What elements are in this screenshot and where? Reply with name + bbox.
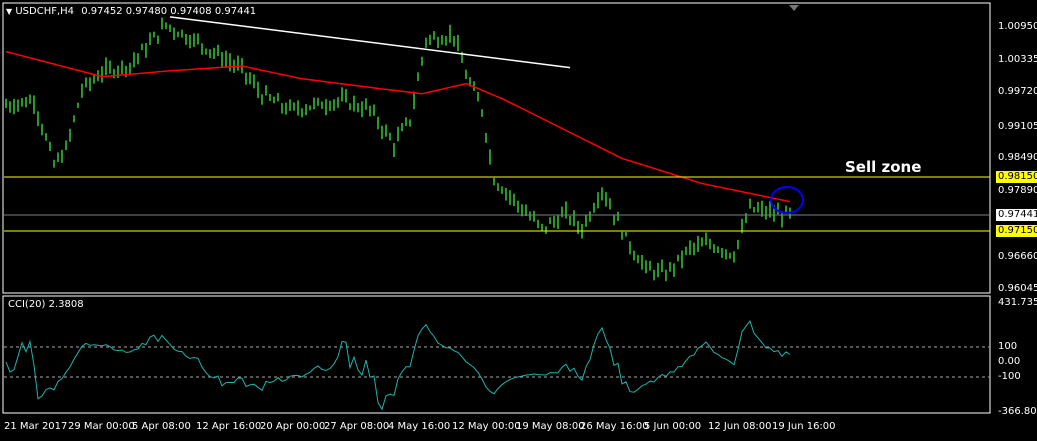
time-label: 19 Jun 16:00 — [772, 421, 836, 432]
cci-axis-label: 431.7352 — [998, 297, 1037, 308]
moving-average-line — [5, 50, 791, 203]
price-label: 0.98490 — [998, 152, 1037, 163]
time-label: 12 May 00:00 — [452, 421, 521, 432]
time-label: 20 Apr 00:00 — [260, 421, 326, 432]
symbol-label: USDCHF,H4 — [15, 6, 75, 17]
circle-annotation[interactable] — [770, 186, 804, 214]
time-label: 19 May 08:00 — [516, 421, 585, 432]
time-label: 29 Mar 00:00 — [68, 421, 135, 432]
dropdown-triangle-icon[interactable]: ▼ — [6, 7, 12, 16]
price-label: 0.99720 — [998, 86, 1037, 97]
price-bars — [5, 17, 791, 282]
price-label: 1.00950 — [998, 21, 1037, 32]
chart-header: ▼ USDCHF,H4 0.97452 0.97480 0.97408 0.97… — [6, 6, 256, 17]
lower-level-price-tag: 0.97150 — [996, 225, 1037, 237]
main-pane-border — [2, 2, 991, 294]
cci-pane-border — [2, 295, 991, 414]
cci-axis-label: 100 — [998, 341, 1018, 352]
current-price-tag: 0.97441 — [996, 209, 1037, 221]
time-label: 5 Apr 08:00 — [132, 421, 191, 432]
cci-title: CCI(20) 2.3808 — [8, 299, 84, 310]
time-label: 27 Apr 08:00 — [324, 421, 390, 432]
shift-marker-icon[interactable] — [789, 5, 799, 11]
sell-zone-label: Sell zone — [845, 158, 922, 176]
cci-axis-label: -366.8026 — [998, 406, 1037, 417]
price-label: 0.96045 — [998, 283, 1037, 294]
time-label: 26 May 16:00 — [580, 421, 649, 432]
time-label: 12 Apr 16:00 — [196, 421, 262, 432]
chart-window[interactable]: ▼ USDCHF,H4 0.97452 0.97480 0.97408 0.97… — [0, 0, 1037, 441]
time-label: 12 Jun 08:00 — [708, 421, 772, 432]
cci-axis-label: -100 — [998, 371, 1021, 382]
upper-level-price-tag: 0.98150 — [996, 171, 1037, 183]
cci-axis-label: 0.00 — [998, 356, 1021, 367]
price-label: 0.99105 — [998, 121, 1037, 132]
price-chart[interactable] — [0, 0, 1037, 441]
ohlc-values: 0.97452 0.97480 0.97408 0.97441 — [81, 6, 257, 17]
time-label: 4 May 16:00 — [388, 421, 451, 432]
price-label: 0.96660 — [998, 251, 1037, 262]
time-label: 5 Jun 00:00 — [644, 421, 702, 432]
price-label: 1.00335 — [998, 54, 1037, 65]
cci-line — [5, 319, 791, 411]
price-label: 0.97890 — [998, 185, 1037, 196]
time-label: 21 Mar 2017 — [4, 421, 68, 432]
